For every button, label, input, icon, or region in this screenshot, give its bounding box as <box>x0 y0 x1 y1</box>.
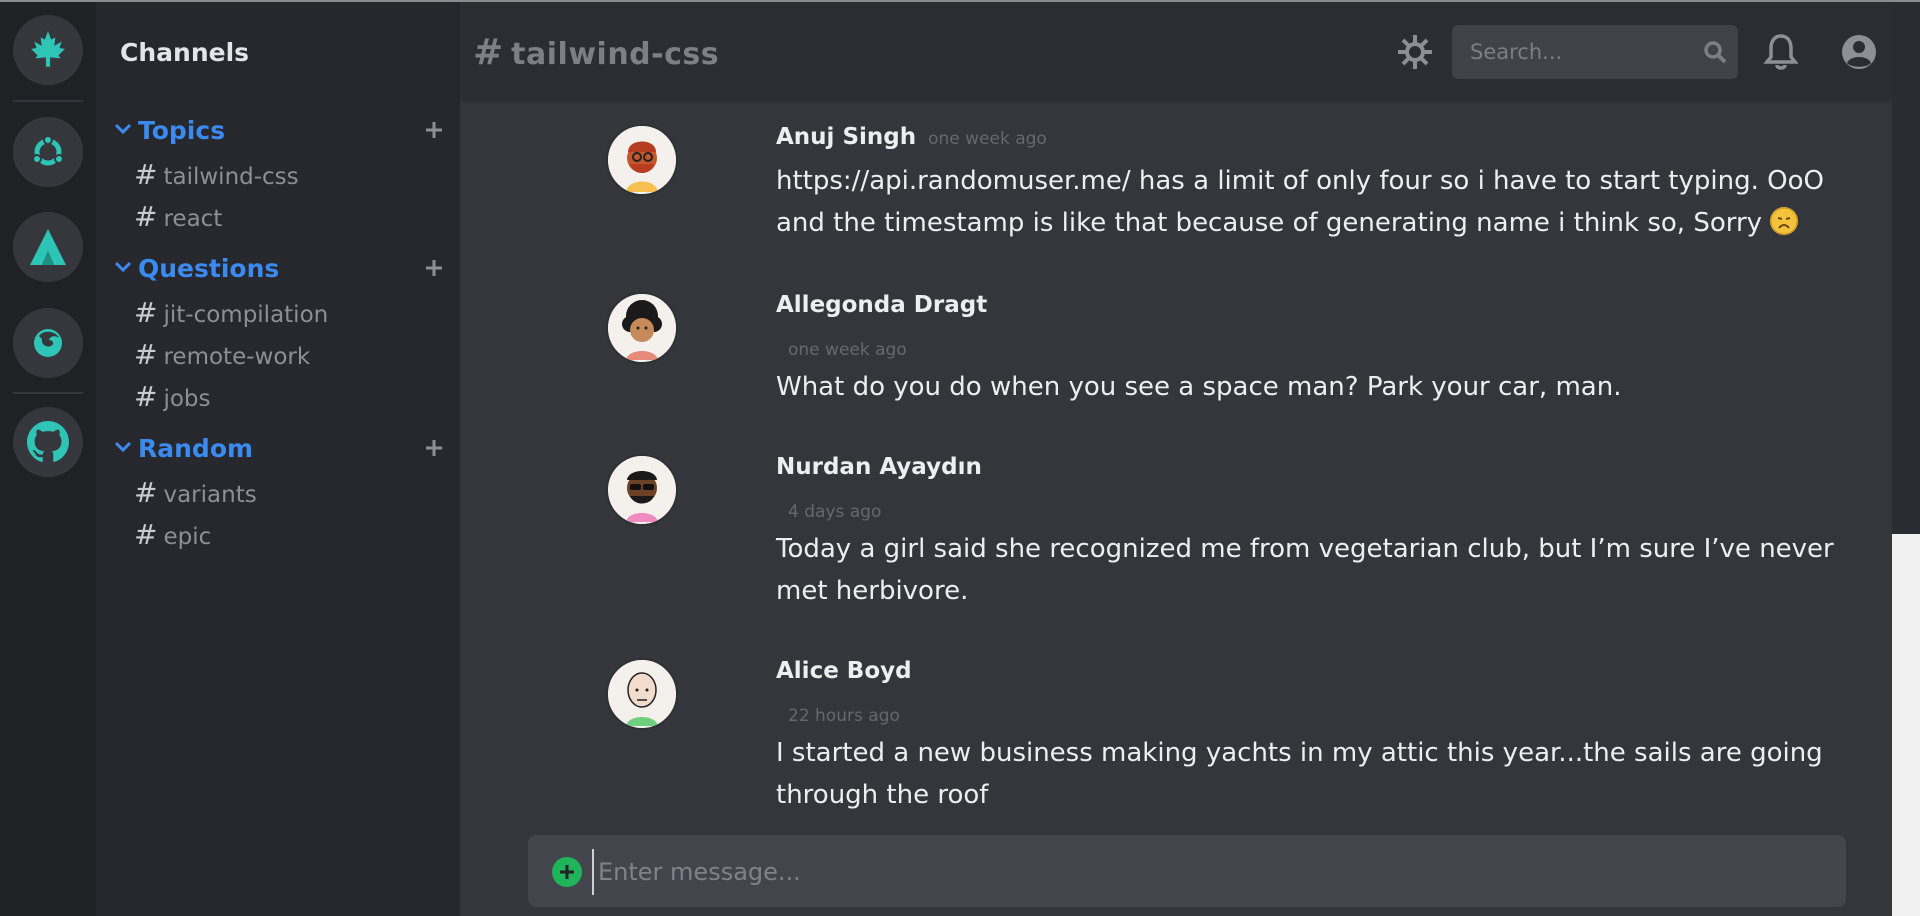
message-text: What do you do when you see a space man?… <box>776 372 1622 402</box>
message-author: Anuj Singh one week ago <box>776 124 1047 150</box>
message-author[interactable]: Alice Boyd <box>776 658 912 684</box>
chat-main: # tailwind-css Search... Anuj Singh one w… <box>460 0 1892 916</box>
message-text: Today a girl said she recognized me from… <box>776 534 1834 606</box>
channel-epic[interactable]: # epic <box>134 518 211 554</box>
message-author[interactable]: Nurdan Ayaydın <box>776 454 982 480</box>
message-timestamp: 22 hours ago <box>788 706 900 726</box>
avatar[interactable] <box>606 292 678 364</box>
group-label: Random <box>138 434 254 463</box>
channel-label: jobs <box>163 386 211 412</box>
channel-label: variants <box>163 482 257 508</box>
sidebar-title: Channels <box>120 38 250 67</box>
message-input[interactable] <box>592 849 1820 895</box>
message-item: Anuj Singh one week ago https://api.rando… <box>606 124 1866 274</box>
user-account-icon[interactable] <box>1840 33 1878 71</box>
rail-divider <box>13 392 83 394</box>
firefox-icon[interactable] <box>13 308 83 378</box>
chevron-down-icon[interactable] <box>114 122 132 136</box>
scrollbar-thumb[interactable] <box>1892 2 1920 534</box>
channel-remote-work[interactable]: # remote-work <box>134 338 310 374</box>
channel-sidebar: Channels Topics # tailwind-css # react Q… <box>96 0 460 916</box>
message-timestamp: 4 days ago <box>788 502 882 522</box>
top-bar: # tailwind-css Search... <box>460 2 1892 100</box>
rail-divider <box>13 100 83 102</box>
group-topics[interactable]: Topics <box>114 114 444 154</box>
plus-icon[interactable] <box>424 258 444 278</box>
bell-icon[interactable] <box>1763 33 1799 71</box>
message-author[interactable]: Allegonda Dragt <box>776 292 987 318</box>
channel-variants[interactable]: # variants <box>134 476 257 512</box>
plus-icon <box>560 865 574 879</box>
message-timestamp: one week ago <box>788 340 907 360</box>
search-box[interactable]: Search... <box>1452 25 1738 79</box>
author-name[interactable]: Anuj Singh <box>776 124 916 150</box>
channel-title: # tailwind-css <box>473 32 719 73</box>
message-item: Alice Boyd 22 hours ago I started a new … <box>606 658 1866 818</box>
message-text-content: https://api.randomuser.me/ has a limit o… <box>776 166 1824 238</box>
channel-name: tailwind-css <box>511 37 720 72</box>
channel-label: epic <box>163 524 212 550</box>
group-random[interactable]: Random <box>114 432 444 472</box>
ubuntu-icon[interactable] <box>13 117 83 187</box>
channel-tailwind-css[interactable]: # tailwind-css <box>134 158 299 194</box>
group-label: Topics <box>138 116 226 145</box>
server-rail <box>0 0 96 916</box>
message-item: Nurdan Ayaydın 4 days ago Today a girl s… <box>606 454 1866 614</box>
channel-label: remote-work <box>163 344 311 370</box>
avatar[interactable] <box>606 658 678 730</box>
hash-icon: # <box>134 158 158 191</box>
hash-icon: # <box>134 380 158 413</box>
hash-icon: # <box>134 338 158 371</box>
search-icon[interactable] <box>1702 39 1728 65</box>
add-attachment-button[interactable] <box>552 857 582 887</box>
theme-toggle-icon[interactable] <box>1396 33 1434 71</box>
hash-icon: # <box>134 476 158 509</box>
message-item: Allegonda Dragt one week ago What do you… <box>606 292 1866 422</box>
page-scrollbar[interactable] <box>1892 0 1920 916</box>
hash-icon: # <box>134 200 158 233</box>
channel-label: jit-compilation <box>163 302 329 328</box>
group-label: Questions <box>138 254 280 283</box>
avatar[interactable] <box>606 124 678 196</box>
hash-icon: # <box>134 296 158 329</box>
atlassian-icon[interactable] <box>13 212 83 282</box>
message-timestamp: one week ago <box>928 129 1047 149</box>
message-text: I started a new business making yachts i… <box>776 738 1823 810</box>
hash-icon: # <box>134 518 158 551</box>
disappointed-face-emoji-icon <box>1770 207 1799 235</box>
channel-jit-compilation[interactable]: # jit-compilation <box>134 296 328 332</box>
hash-icon: # <box>473 32 504 73</box>
plus-icon[interactable] <box>424 120 444 140</box>
channel-label: react <box>163 206 223 232</box>
maple-leaf-icon[interactable] <box>13 15 83 85</box>
chevron-down-icon[interactable] <box>114 260 132 274</box>
plus-icon[interactable] <box>424 438 444 458</box>
avatar[interactable] <box>606 454 678 526</box>
group-questions[interactable]: Questions <box>114 252 444 292</box>
search-input[interactable]: Search... <box>1470 40 1562 64</box>
channel-label: tailwind-css <box>163 164 299 190</box>
github-icon[interactable] <box>13 407 83 477</box>
message-text: https://api.randomuser.me/ has a limit o… <box>776 160 1866 244</box>
channel-react[interactable]: # react <box>134 200 222 236</box>
channel-jobs[interactable]: # jobs <box>134 380 211 416</box>
message-composer <box>528 835 1846 907</box>
chevron-down-icon[interactable] <box>114 440 132 454</box>
